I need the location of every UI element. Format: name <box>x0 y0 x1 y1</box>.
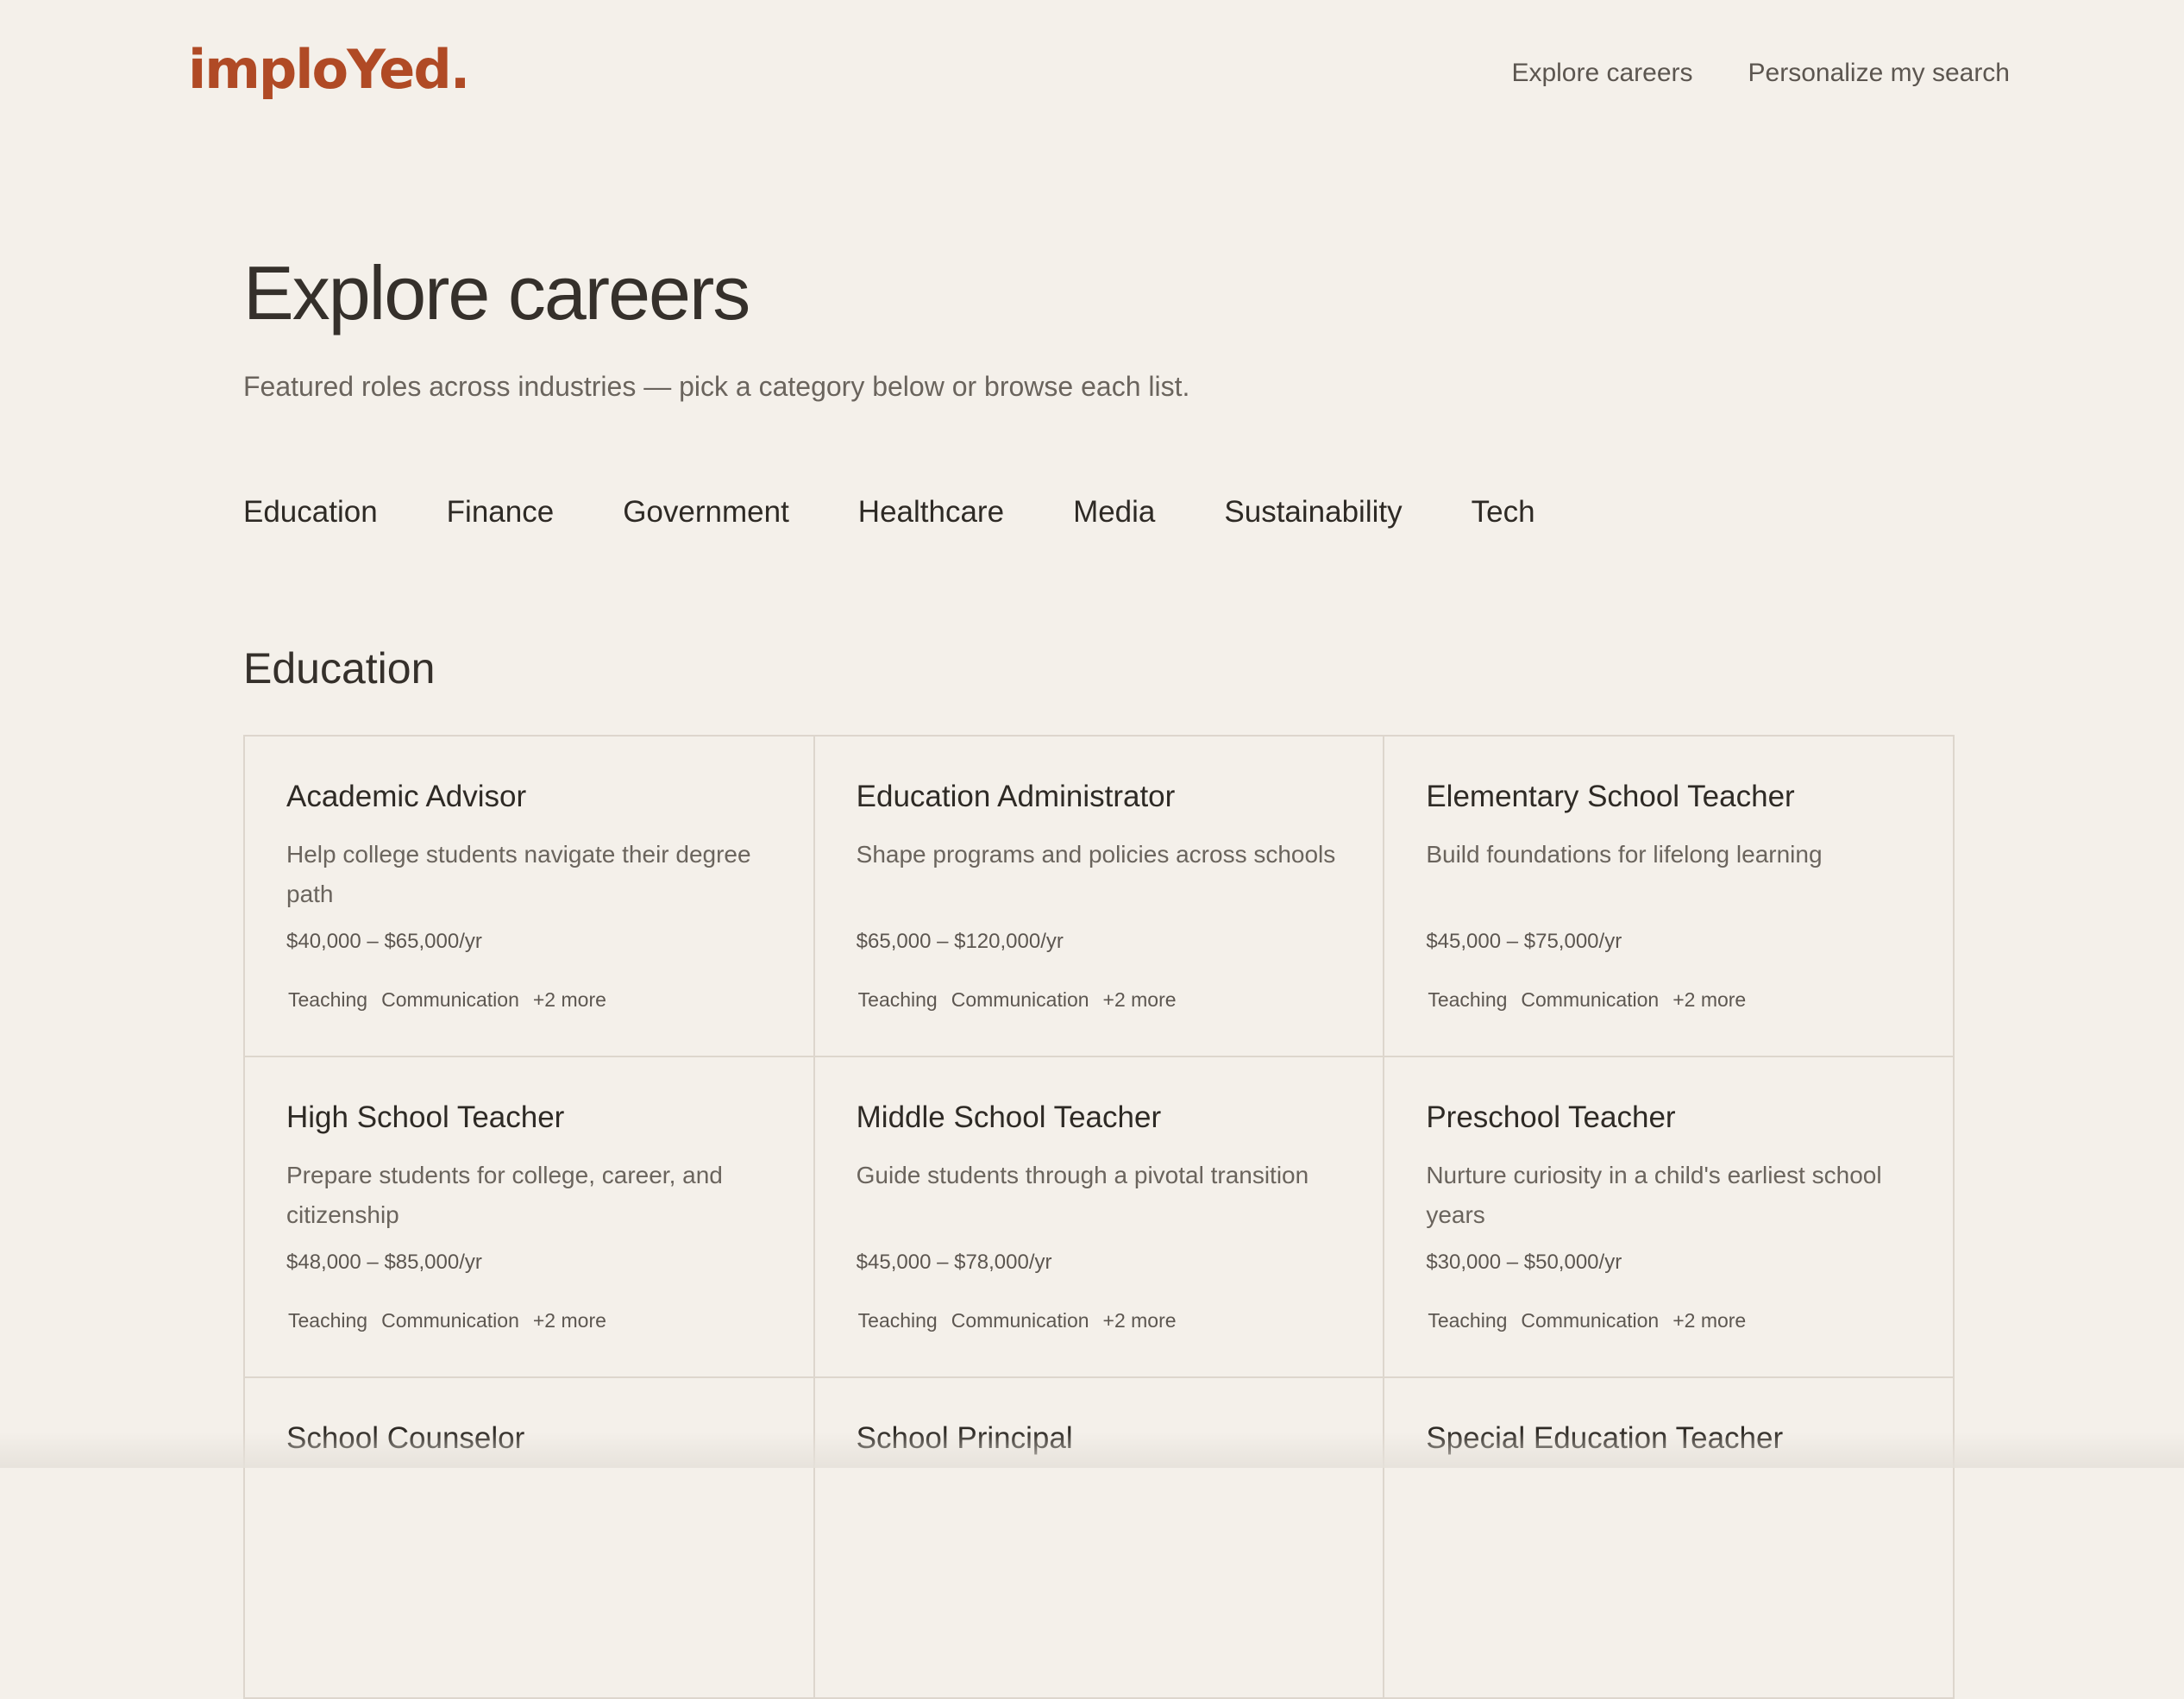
salary-range: $65,000 – $120,000/yr <box>856 930 1064 953</box>
skill-tags: Teaching Communication +2 more <box>1428 1311 1746 1331</box>
nav-explore-careers[interactable]: Explore careers <box>1511 60 1692 86</box>
career-title: Middle School Teacher <box>856 1100 1162 1134</box>
career-card[interactable]: School Counselor <box>245 1378 815 1699</box>
more-tags: +2 more <box>1673 988 1747 1011</box>
career-title: Education Administrator <box>856 780 1176 813</box>
career-description: Shape programs and policies across schoo… <box>856 841 1336 868</box>
tab-tech[interactable]: Tech <box>1472 497 1535 527</box>
tab-finance[interactable]: Finance <box>447 497 555 527</box>
tab-government[interactable]: Government <box>623 497 789 527</box>
salary-range: $45,000 – $78,000/yr <box>856 1251 1052 1274</box>
skill-tag: Communication <box>1521 1309 1660 1332</box>
career-title: School Principal <box>856 1421 1073 1455</box>
top-nav: Explore careers Personalize my search <box>1511 60 2010 86</box>
more-tags: +2 more <box>1102 988 1177 1011</box>
skill-tag: Communication <box>381 1309 519 1332</box>
more-tags: +2 more <box>532 1309 606 1332</box>
career-title: Academic Advisor <box>286 780 527 813</box>
career-card[interactable]: Education Administrator Shape programs a… <box>814 737 1385 1057</box>
career-card[interactable]: High School Teacher Prepare students for… <box>245 1057 815 1378</box>
career-card[interactable]: Elementary School Teacher Build foundati… <box>1384 737 1955 1057</box>
career-card[interactable]: Academic Advisor Help college students n… <box>245 737 815 1057</box>
skill-tags: Teaching Communication +2 more <box>288 1311 606 1331</box>
skill-tags: Teaching Communication +2 more <box>1428 990 1746 1010</box>
career-card[interactable]: School Principal <box>814 1378 1385 1699</box>
career-title: Preschool Teacher <box>1426 1100 1676 1134</box>
career-title: Special Education Teacher <box>1426 1421 1784 1455</box>
skill-tag: Teaching <box>1428 988 1508 1011</box>
salary-range: $30,000 – $50,000/yr <box>1426 1251 1622 1274</box>
career-title: School Counselor <box>286 1421 525 1455</box>
page-subtitle: Featured roles across industries — pick … <box>243 371 1190 402</box>
skill-tag: Teaching <box>288 988 368 1011</box>
skill-tag: Communication <box>951 988 1089 1011</box>
career-card[interactable]: Special Education Teacher <box>1384 1378 1955 1699</box>
skill-tag: Communication <box>951 1309 1089 1332</box>
career-description: Help college students navigate their deg… <box>286 841 751 907</box>
skill-tags: Teaching Communication +2 more <box>858 1311 1177 1331</box>
salary-range: $40,000 – $65,000/yr <box>286 930 482 953</box>
salary-range: $48,000 – $85,000/yr <box>286 1251 482 1274</box>
tab-media[interactable]: Media <box>1073 497 1155 527</box>
career-description: Prepare students for college, career, an… <box>286 1162 723 1228</box>
tab-sustainability[interactable]: Sustainability <box>1224 497 1402 527</box>
career-grid: Academic Advisor Help college students n… <box>243 735 1955 1699</box>
skill-tags: Teaching Communication +2 more <box>858 990 1177 1010</box>
skill-tag: Communication <box>1521 988 1660 1011</box>
career-card[interactable]: Preschool Teacher Nurture curiosity in a… <box>1384 1057 1955 1378</box>
career-title: High School Teacher <box>286 1100 565 1134</box>
section-title: Education <box>243 644 436 693</box>
more-tags: +2 more <box>1673 1309 1747 1332</box>
category-tabs: Education Finance Government Healthcare … <box>243 497 1535 527</box>
more-tags: +2 more <box>1102 1309 1177 1332</box>
tab-education[interactable]: Education <box>243 497 378 527</box>
skill-tag: Teaching <box>857 1309 938 1332</box>
skill-tag: Teaching <box>857 988 938 1011</box>
page-title: Explore careers <box>243 250 750 335</box>
skill-tags: Teaching Communication +2 more <box>288 990 606 1010</box>
skill-tag: Teaching <box>288 1309 368 1332</box>
nav-personalize-search[interactable]: Personalize my search <box>1748 60 2010 86</box>
career-description: Build foundations for lifelong learning <box>1426 841 1823 868</box>
career-title: Elementary School Teacher <box>1426 780 1795 813</box>
logo[interactable]: imploYed. <box>188 43 470 97</box>
career-card[interactable]: Middle School Teacher Guide students thr… <box>814 1057 1385 1378</box>
more-tags: +2 more <box>532 988 606 1011</box>
tab-healthcare[interactable]: Healthcare <box>858 497 1004 527</box>
career-description: Nurture curiosity in a child's earliest … <box>1426 1162 1882 1228</box>
skill-tag: Communication <box>381 988 519 1011</box>
site-header: imploYed. Explore careers Personalize my… <box>0 0 2184 155</box>
career-description: Guide students through a pivotal transit… <box>856 1162 1309 1188</box>
salary-range: $45,000 – $75,000/yr <box>1426 930 1622 953</box>
skill-tag: Teaching <box>1428 1309 1508 1332</box>
